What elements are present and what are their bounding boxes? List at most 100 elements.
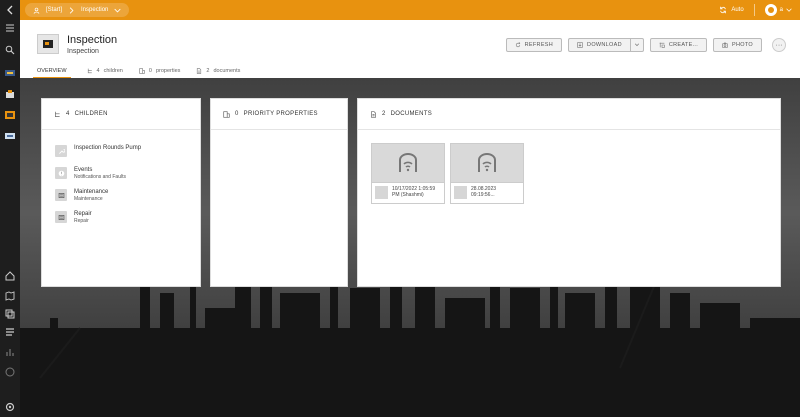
- document-icon: [197, 68, 202, 74]
- refresh-button[interactable]: REFRESH: [505, 38, 563, 52]
- breadcrumb-start[interactable]: [Start]: [46, 7, 62, 13]
- children-count: 4: [66, 111, 70, 117]
- document-time: 09:19:56...: [471, 192, 495, 198]
- tab-documents-label: documents: [213, 68, 241, 74]
- child-item-maintenance[interactable]: Maintenance Maintenance: [55, 189, 108, 203]
- back-icon[interactable]: [4, 4, 16, 16]
- child-subtitle: Maintenance: [74, 196, 103, 202]
- user-icon: [33, 7, 40, 14]
- auto-sync-toggle[interactable]: Auto: [719, 6, 744, 14]
- auto-label: Auto: [731, 7, 744, 13]
- photo-button[interactable]: PHOTO: [713, 38, 762, 52]
- child-title: Maintenance: [74, 189, 109, 195]
- left-navigation-rail: [0, 0, 21, 417]
- machine-icon: [55, 189, 67, 201]
- document-thumbnail: [375, 186, 388, 199]
- refresh-icon: [515, 42, 520, 48]
- page-title: Inspection: [67, 34, 118, 46]
- create-button[interactable]: CREATE...: [649, 38, 708, 52]
- priority-count: 0: [235, 111, 239, 117]
- tab-overview[interactable]: OVERVIEW: [33, 65, 71, 79]
- hierarchy-icon: [55, 111, 60, 117]
- download-label: DOWNLOAD: [587, 42, 622, 48]
- chevron-down-icon[interactable]: [114, 7, 121, 14]
- settings-icon[interactable]: [4, 401, 16, 413]
- page-subtitle: Inspection: [67, 48, 99, 55]
- asset-thumbnail-1-icon[interactable]: [4, 67, 16, 79]
- documents-label: DOCUMENTS: [390, 111, 433, 117]
- breadcrumb[interactable]: [Start] Inspection: [25, 3, 130, 17]
- machine-icon: [55, 211, 67, 223]
- sync-icon: [720, 6, 727, 14]
- hierarchy-icon: [87, 68, 92, 74]
- menu-icon[interactable]: [4, 22, 16, 34]
- sensor-device-icon: [399, 153, 417, 172]
- divider: [753, 4, 755, 16]
- properties-icon: [139, 68, 145, 74]
- alert-icon: [55, 167, 67, 179]
- children-card: 4 CHILDREN Inspection Rounds Pump Events…: [41, 98, 201, 287]
- child-item-events[interactable]: Events Notifications and Faults: [55, 167, 126, 181]
- document-tile[interactable]: 28.08.2023 09:19:56...: [450, 143, 524, 204]
- children-label: CHILDREN: [74, 111, 108, 117]
- tab-documents[interactable]: 2 documents: [196, 65, 240, 77]
- info-icon[interactable]: [4, 366, 16, 378]
- children-card-header: 4 CHILDREN: [42, 99, 200, 130]
- child-title: Events: [74, 167, 93, 173]
- more-options-button[interactable]: ···: [772, 38, 786, 52]
- chevron-down-icon: [634, 43, 639, 47]
- document-thumbnail: [454, 186, 467, 199]
- top-bar: [Start] Inspection Auto a: [20, 0, 800, 20]
- avatar: [764, 4, 777, 16]
- tab-children-label: children: [103, 68, 123, 74]
- tab-properties[interactable]: 0 properties: [139, 65, 181, 77]
- object-thumbnail: [37, 34, 59, 54]
- tab-overview-label: OVERVIEW: [37, 68, 67, 74]
- asset-thumbnail-3-icon[interactable]: [4, 109, 16, 121]
- chevron-down-icon: [786, 8, 792, 12]
- tab-documents-count: 2: [206, 68, 210, 74]
- document-icon: [371, 110, 376, 118]
- document-preview: [372, 144, 444, 183]
- documents-count: 2: [382, 111, 386, 117]
- child-item-inspection-rounds[interactable]: Inspection Rounds Pump: [55, 145, 141, 157]
- download-button[interactable]: DOWNLOAD: [568, 38, 630, 52]
- download-icon: [577, 42, 583, 48]
- child-title: Repair: [74, 211, 92, 217]
- map-icon[interactable]: [4, 290, 16, 302]
- user-menu[interactable]: a: [764, 4, 792, 16]
- chevron-right-icon: [69, 6, 74, 14]
- camera-icon: [722, 42, 728, 48]
- search-icon[interactable]: [4, 44, 16, 56]
- document-author: PM (Shashmi): [392, 192, 424, 198]
- tab-children-count: 4: [96, 68, 100, 74]
- child-item-repair[interactable]: Repair Repair: [55, 211, 92, 225]
- tab-properties-count: 0: [148, 68, 152, 74]
- child-title: Inspection Rounds Pump: [74, 145, 142, 151]
- document-tile[interactable]: 10/17/2022 1:05:59 PM (Shashmi): [371, 143, 445, 204]
- documents-header: 2 DOCUMENTS: [358, 99, 780, 130]
- child-subtitle: Repair: [74, 218, 89, 224]
- create-label: CREATE...: [668, 42, 699, 48]
- photo-label: PHOTO: [732, 42, 753, 48]
- breadcrumb-current[interactable]: Inspection: [81, 7, 108, 13]
- layers-icon[interactable]: [4, 308, 16, 320]
- create-icon: [659, 42, 665, 48]
- asset-thumbnail-2-icon[interactable]: [4, 88, 16, 100]
- analytics-icon[interactable]: [4, 346, 16, 358]
- list-icon[interactable]: [4, 326, 16, 338]
- sensor-device-icon: [478, 153, 496, 172]
- object-header: Inspection Inspection REFRESH DOWNLOAD C…: [20, 20, 800, 79]
- priority-properties-header: 0 PRIORITY PROPERTIES: [211, 99, 347, 130]
- refresh-label: REFRESH: [524, 42, 554, 48]
- download-dropdown-button[interactable]: [629, 38, 644, 52]
- wrench-icon: [55, 145, 67, 157]
- asset-thumbnail-4-icon[interactable]: [4, 130, 16, 142]
- documents-card: 2 DOCUMENTS 10/17/2022 1:05:59 PM (Shash…: [357, 98, 781, 287]
- child-subtitle: Notifications and Faults: [74, 174, 126, 180]
- priority-properties-card: 0 PRIORITY PROPERTIES: [210, 98, 348, 287]
- priority-label: PRIORITY PROPERTIES: [243, 111, 318, 117]
- tab-properties-label: properties: [155, 68, 181, 74]
- home-icon[interactable]: [4, 270, 16, 282]
- tab-children[interactable]: 4 children: [87, 65, 123, 77]
